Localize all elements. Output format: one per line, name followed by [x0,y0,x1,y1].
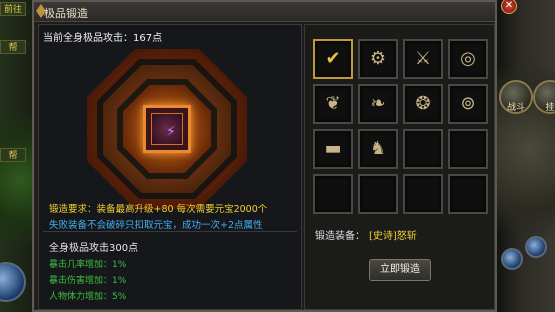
current-attack-label: 当前全身极品攻击：167点 [43,33,163,44]
equipment-slot[interactable] [448,174,488,214]
ring-icon: ⚙ [369,48,387,69]
forge-item-name: [史诗]怒斩 [369,231,417,242]
equipment-slot[interactable]: ❦ [313,84,353,124]
right-hud: 战斗 挂 [497,0,555,312]
forge-info-pane: 当前全身极品攻击：167点 ⚡ 锻造要求：装备最高升级+80 每次需要元宝200… [38,24,302,310]
forge-slot[interactable]: ⚡ [143,105,191,153]
skill-orb[interactable] [501,248,523,270]
window-title: 极品锻造 [44,7,88,20]
forge-panel: 极品锻造 当前全身极品攻击：167点 ⚡ 锻造要求：装备最高升级+80 每次需要… [32,0,497,312]
forge-altar-icon: ⚡ [87,49,247,209]
equipment-grid: ✔ ⚙ ⚔ ◎ ❦ ❧ ❂ ⊚ ▬ ♞ [313,39,488,214]
failure-note: 失败装备不会破碎只扣取元宝，成功一次+2点属性 [49,220,263,231]
necklace-icon: ❦ [325,93,341,114]
equipment-slot[interactable]: ❧ [358,84,398,124]
left-hud-tag[interactable]: 帮 [0,40,26,54]
boots-icon: ♞ [369,138,387,159]
ring-icon: ◎ [460,48,476,69]
left-hud: 前往 帮 帮 [0,0,28,312]
hp-orb [0,262,26,302]
forge-now-button[interactable]: 立即锻造 [369,259,431,281]
equipment-slot[interactable] [403,174,443,214]
equipment-slot[interactable] [358,174,398,214]
skill-orb[interactable] [525,236,547,258]
equipment-slot[interactable]: ⊚ [448,84,488,124]
battle-button[interactable]: 战斗 [499,80,533,114]
equipment-slot[interactable]: ⚙ [358,39,398,79]
equipment-slot[interactable]: ✔ [313,39,353,79]
ring-icon: ❂ [415,93,431,114]
forge-requirement: 锻造要求：装备最高升级+80 每次需要元宝2000个 [49,204,268,215]
equipment-slot[interactable]: ◎ [448,39,488,79]
left-hud-tag-go[interactable]: 前往 [0,2,26,16]
equipment-slot[interactable]: ⚔ [403,39,443,79]
equipment-slot[interactable] [448,129,488,169]
attribute-crit-rate: 暴击几率增加：1% [49,260,127,270]
check-icon: ✔ [325,48,341,69]
sparkle-icon: ⚡ [166,124,176,140]
sword-icon: ⚔ [414,48,432,69]
equipment-slot[interactable]: ♞ [358,129,398,169]
attribute-header: 全身极品攻击300点 [49,243,139,254]
equipment-pane: ✔ ⚙ ⚔ ◎ ❦ ❧ ❂ ⊚ ▬ ♞ 锻造装备： [史诗]怒斩 立即锻造 [304,24,495,310]
auto-button[interactable]: 挂 [533,80,555,114]
equipment-slot[interactable] [403,129,443,169]
left-hud-tag[interactable]: 帮 [0,148,26,162]
ring-icon: ⊚ [460,93,476,114]
divider [43,231,297,232]
attribute-crit-damage: 暴击伤害增加：1% [49,276,127,286]
attribute-stamina: 人物体力增加：5% [49,292,127,302]
equipment-slot[interactable]: ❂ [403,84,443,124]
belt-icon: ▬ [324,138,342,159]
equipment-slot[interactable] [313,174,353,214]
title-bar: 极品锻造 [34,2,495,22]
equipment-slot[interactable]: ▬ [313,129,353,169]
bracelet-icon: ❧ [370,93,386,114]
forge-item-label: 锻造装备： [315,231,365,242]
